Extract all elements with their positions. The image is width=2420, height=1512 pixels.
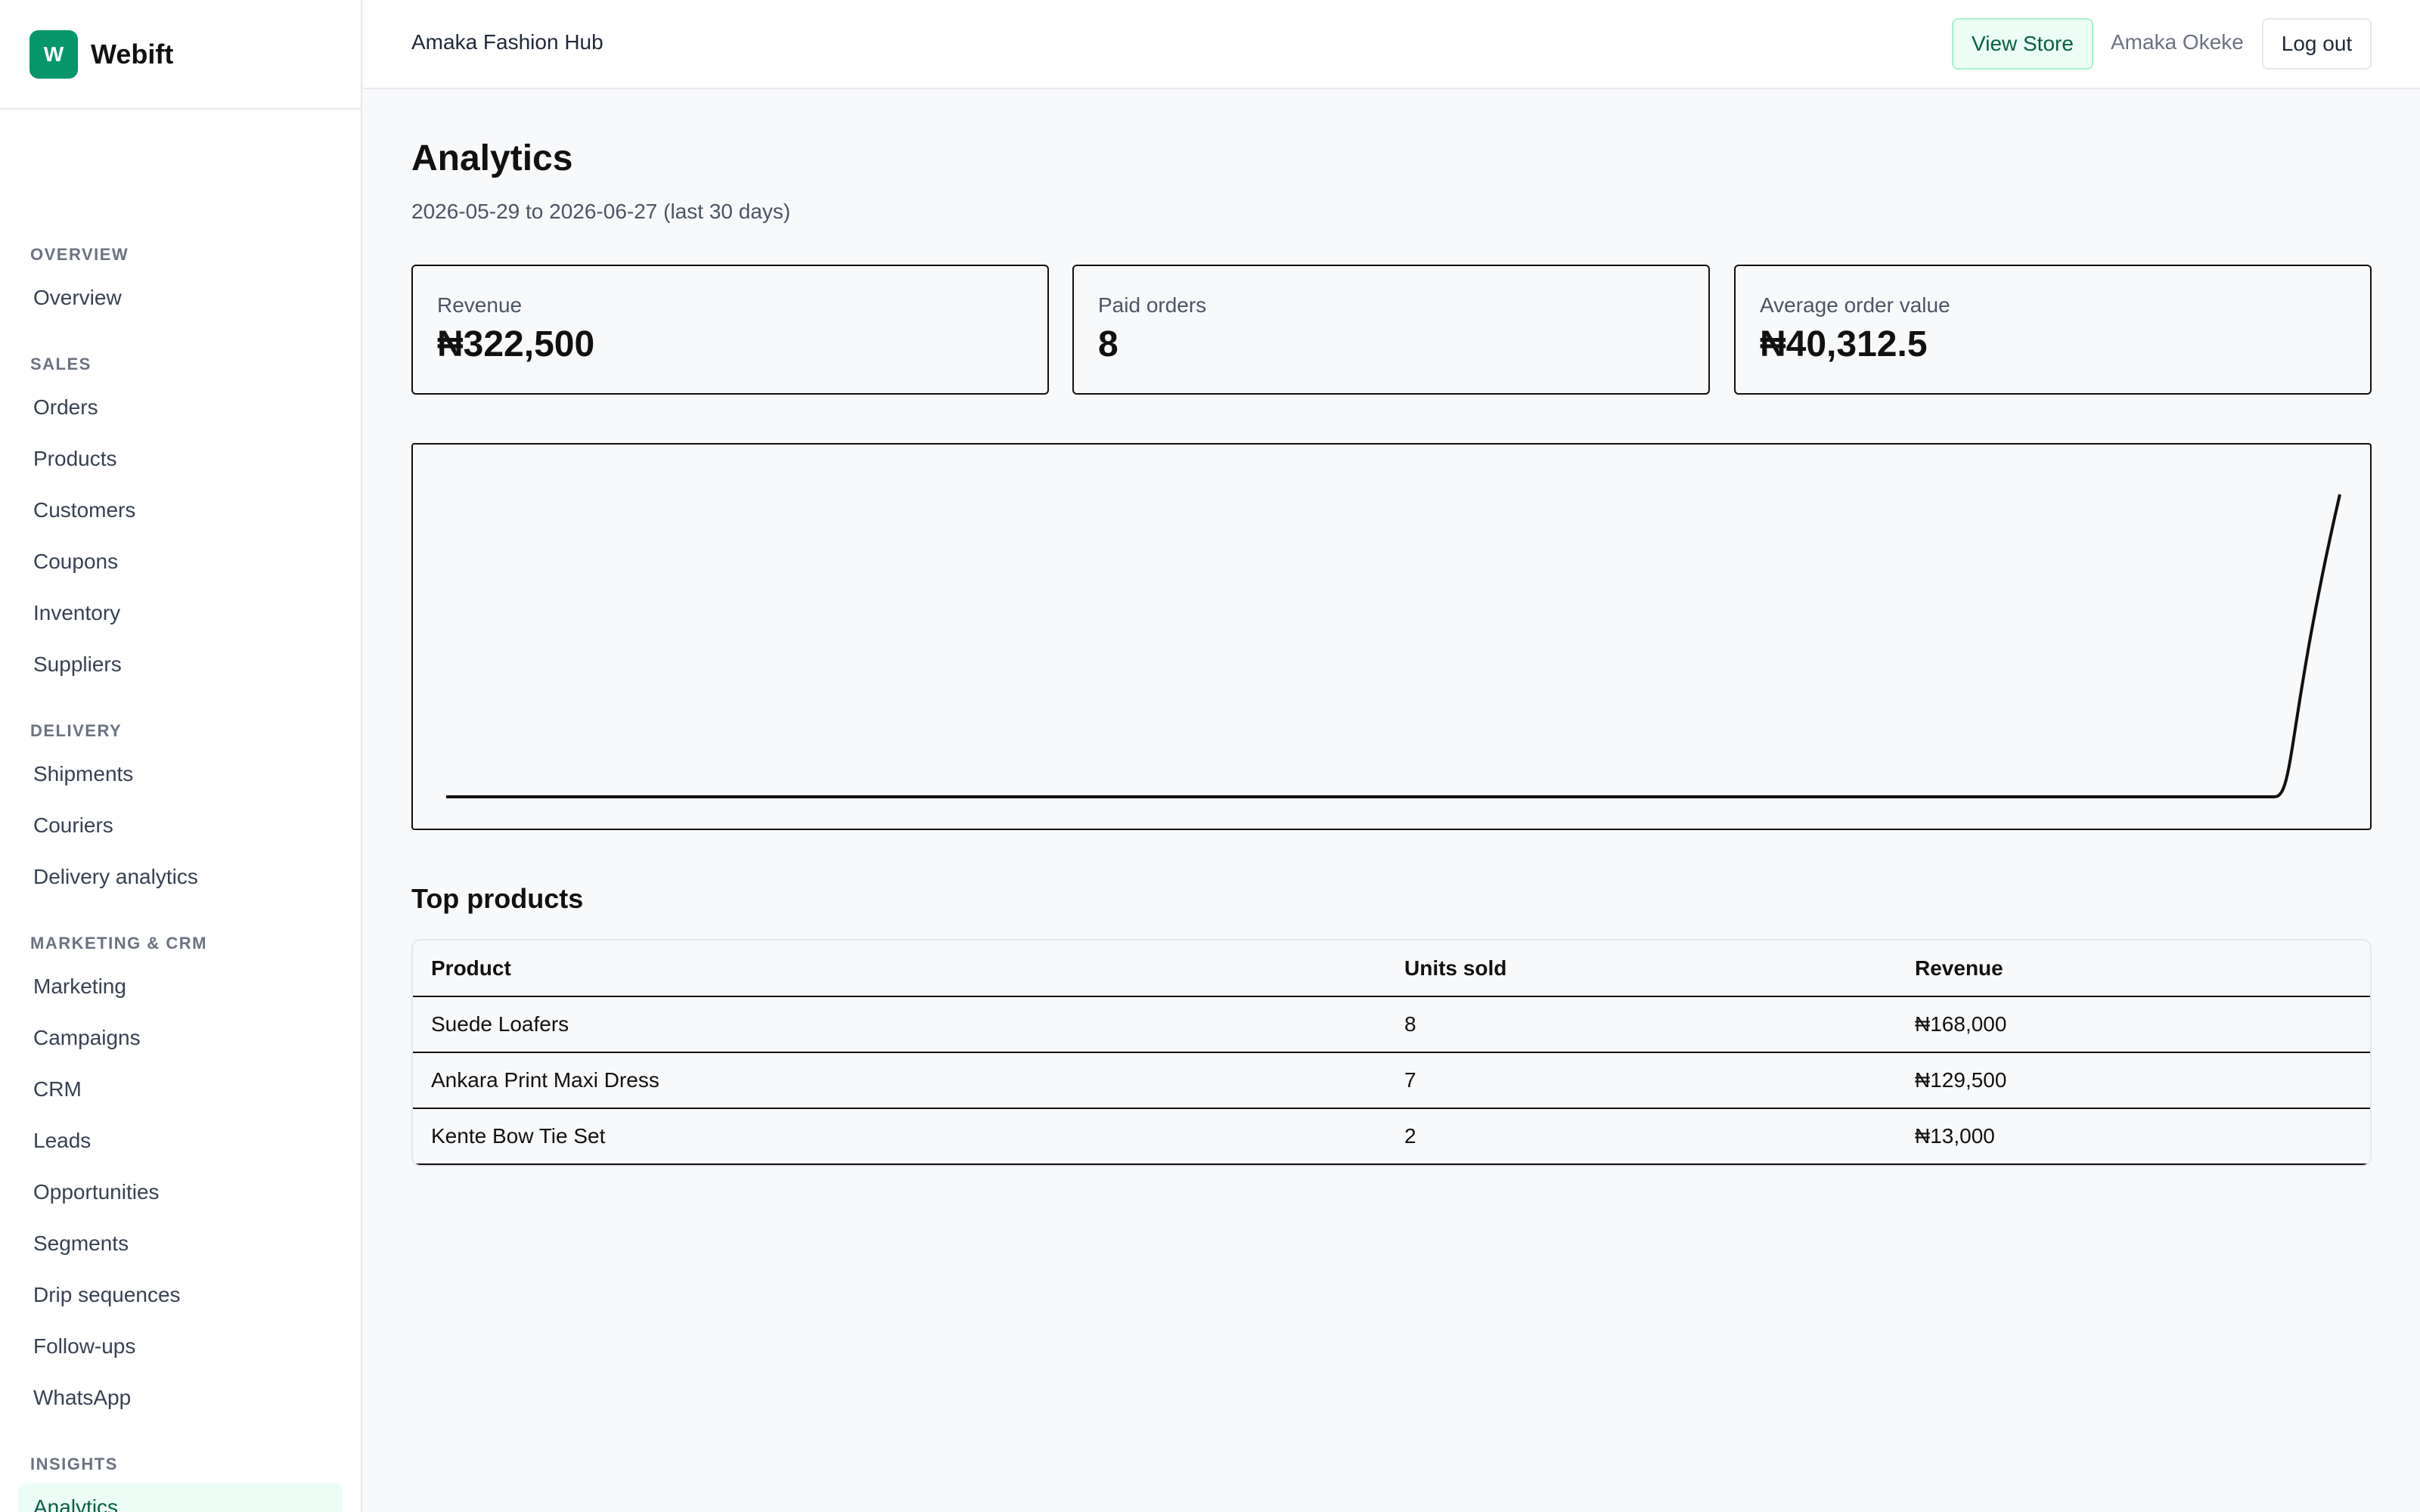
- nav-section-delivery: DELIVERY: [30, 721, 123, 740]
- metric-card-revenue: Revenue ₦322,500: [411, 265, 1049, 395]
- column-header-revenue: Revenue: [1897, 940, 2370, 997]
- sidebar-item-analytics[interactable]: Analytics: [18, 1483, 343, 1512]
- brand-logo[interactable]: W: [29, 29, 78, 79]
- table-row: Suede Loafers 8 ₦168,000: [413, 996, 2370, 1053]
- metric-cards: Revenue ₦322,500 Paid orders 8 Average o…: [411, 265, 2372, 395]
- revenue-cell: ₦168,000: [1897, 996, 2370, 1053]
- metric-label: Revenue: [437, 293, 523, 317]
- product-name-cell: Ankara Print Maxi Dress: [413, 1052, 1386, 1109]
- sidebar-item-leads[interactable]: Leads: [18, 1117, 343, 1165]
- sidebar-item-orders[interactable]: Orders: [18, 383, 343, 432]
- sidebar-item-campaigns[interactable]: Campaigns: [18, 1014, 343, 1062]
- sidebar-item-overview[interactable]: Overview: [18, 274, 343, 322]
- table-row: Ankara Print Maxi Dress 7 ₦129,500: [413, 1052, 2370, 1109]
- sidebar-item-shipments[interactable]: Shipments: [18, 750, 343, 798]
- top-products-table: Product Units sold Revenue Suede Loafers…: [411, 939, 2372, 1167]
- date-range: 2026-05-29 to 2026-06-27 (last 30 days): [411, 200, 791, 223]
- units-sold-cell: 2: [1386, 1108, 1897, 1165]
- metric-value: ₦322,500: [437, 324, 595, 364]
- sidebar-nav: OVERVIEW Overview SALES Orders Products Custo…: [0, 242, 361, 1512]
- sidebar-item-crm[interactable]: CRM: [18, 1065, 343, 1114]
- revenue-cell: ₦129,500: [1897, 1052, 2370, 1109]
- units-sold-cell: 8: [1386, 996, 1897, 1053]
- metric-value: ₦40,312.5: [1760, 324, 1928, 364]
- sidebar-item-whatsapp[interactable]: WhatsApp: [18, 1374, 343, 1422]
- store-name: Amaka Fashion Hub: [411, 30, 603, 54]
- user-name: Amaka Okeke: [2111, 30, 2244, 54]
- units-sold-cell: 7: [1386, 1052, 1897, 1109]
- sidebar-item-coupons[interactable]: Coupons: [18, 538, 343, 586]
- sidebar-item-follow-ups[interactable]: Follow-ups: [18, 1322, 343, 1371]
- product-name-cell: Suede Loafers: [413, 996, 1386, 1053]
- brand-name[interactable]: Webift: [91, 39, 173, 70]
- nav-section-sales: SALES: [30, 355, 92, 373]
- sidebar-item-opportunities[interactable]: Opportunities: [18, 1168, 343, 1216]
- product-name-cell: Kente Bow Tie Set: [413, 1108, 1386, 1165]
- top-products-title: Top products: [411, 883, 584, 914]
- nav-section-insights: INSIGHTS: [30, 1455, 118, 1473]
- sidebar-item-delivery-analytics[interactable]: Delivery analytics: [18, 853, 343, 901]
- sidebar-item-couriers[interactable]: Couriers: [18, 801, 343, 850]
- sidebar-item-products[interactable]: Products: [18, 435, 343, 483]
- revenue-chart: [411, 443, 2372, 830]
- revenue-cell: ₦13,000: [1897, 1108, 2370, 1165]
- metric-card-average-order-value: Average order value ₦40,312.5: [1734, 265, 2372, 395]
- brand: W Webift: [0, 0, 361, 110]
- topbar: Amaka Fashion Hub View Store Amaka Okeke…: [364, 0, 2420, 89]
- metric-card-paid-orders: Paid orders 8: [1072, 265, 1710, 395]
- table-row: Kente Bow Tie Set 2 ₦13,000: [413, 1108, 2370, 1165]
- revenue-series-line: [446, 494, 2341, 798]
- sidebar-item-suppliers[interactable]: Suppliers: [18, 640, 343, 689]
- column-header-product: Product: [413, 940, 1386, 997]
- nav-section-overview: OVERVIEW: [30, 245, 129, 264]
- metric-label: Average order value: [1760, 293, 1950, 317]
- view-store-button[interactable]: View Store: [1952, 18, 2093, 70]
- logout-button[interactable]: Log out: [2262, 18, 2372, 70]
- chart-svg: [446, 494, 2341, 798]
- table-header-row: Product Units sold Revenue: [413, 940, 2370, 997]
- sidebar-item-drip-sequences[interactable]: Drip sequences: [18, 1271, 343, 1319]
- sidebar-item-segments[interactable]: Segments: [18, 1219, 343, 1268]
- sidebar-item-inventory[interactable]: Inventory: [18, 589, 343, 637]
- page-title: Analytics: [411, 138, 573, 178]
- sidebar-item-marketing[interactable]: Marketing: [18, 962, 343, 1011]
- metric-label: Paid orders: [1098, 293, 1207, 317]
- metric-value: 8: [1098, 324, 1118, 364]
- sidebar-item-customers[interactable]: Customers: [18, 486, 343, 534]
- column-header-units-sold: Units sold: [1386, 940, 1897, 997]
- sidebar: W Webift OVERVIEW Overview SALES Orders Prod…: [0, 0, 362, 1512]
- nav-section-marketing-and-crm: MARKETING & CRM: [30, 934, 207, 953]
